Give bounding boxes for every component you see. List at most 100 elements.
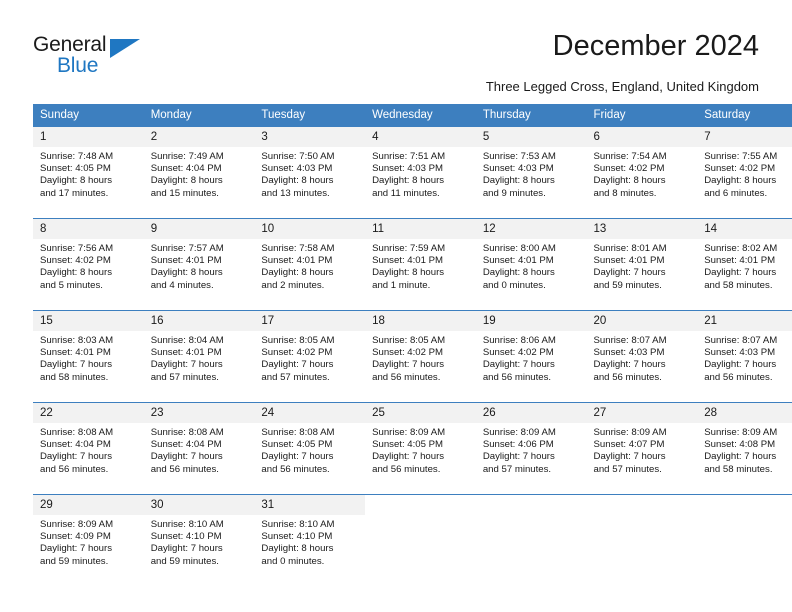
daylight-text-line2: and 56 minutes. (40, 463, 109, 475)
daylight-text-line2: and 59 minutes. (150, 555, 219, 567)
day-cell[interactable]: 17 Sunrise: 8:05 AM Sunset: 4:02 PM Dayligh… (254, 310, 366, 403)
day-details (586, 515, 698, 519)
day-details: Sunrise: 7:53 AM Sunset: 4:03 PM Daylight:… (475, 147, 587, 200)
day-number: 25 (365, 403, 476, 423)
day-cell[interactable]: 26 Sunrise: 8:09 AM Sunset: 4:06 PM Dayligh… (475, 402, 587, 495)
sunrise-text: Sunrise: 7:49 AM (150, 151, 224, 162)
daylight-text-line1: Daylight: 7 hours (704, 267, 777, 279)
daylight-text-line2: and 0 minutes. (482, 279, 546, 291)
daylight-text-line1: Daylight: 7 hours (704, 359, 777, 371)
day-number: 4 (365, 127, 476, 147)
daylight-text-line2: and 56 minutes. (372, 463, 441, 475)
weekday-header-tuesday: Tuesday (254, 104, 366, 127)
weekday-header-sunday: Sunday (33, 104, 144, 127)
day-details: Sunrise: 8:09 AM Sunset: 4:09 PM Daylight:… (33, 515, 144, 568)
day-details: Sunrise: 7:54 AM Sunset: 4:02 PM Daylight:… (586, 147, 698, 200)
page-subtitle: Three Legged Cross, England, United King… (485, 79, 759, 94)
daylight-text-line2: and 58 minutes. (40, 371, 109, 383)
day-cell[interactable]: 14 Sunrise: 8:02 AM Sunset: 4:01 PM Dayligh… (697, 218, 792, 311)
daylight-text-line2: and 9 minutes. (482, 187, 546, 199)
daylight-text-line1: Daylight: 8 hours (261, 543, 334, 555)
sunrise-text: Sunrise: 7:54 AM (593, 151, 667, 162)
logo-text-blue: Blue (57, 54, 99, 77)
weekday-header-wednesday: Wednesday (365, 104, 476, 127)
day-details: Sunrise: 8:09 AM Sunset: 4:05 PM Daylight:… (365, 423, 476, 476)
sunrise-text: Sunrise: 8:04 AM (150, 335, 224, 346)
day-cell[interactable]: 6 Sunrise: 7:54 AM Sunset: 4:02 PM Daylight… (586, 127, 698, 219)
sunrise-text: Sunrise: 8:03 AM (40, 335, 114, 346)
day-cell[interactable]: 29 Sunrise: 8:09 AM Sunset: 4:09 PM Dayligh… (33, 494, 144, 586)
day-details: Sunrise: 8:03 AM Sunset: 4:01 PM Daylight:… (33, 331, 144, 384)
daylight-text-line2: and 58 minutes. (704, 279, 773, 291)
sunrise-text: Sunrise: 8:05 AM (372, 335, 446, 346)
day-cell[interactable]: 13 Sunrise: 8:01 AM Sunset: 4:01 PM Dayligh… (586, 218, 698, 311)
daylight-text-line1: Daylight: 8 hours (372, 175, 445, 187)
day-cell[interactable]: 24 Sunrise: 8:08 AM Sunset: 4:05 PM Dayligh… (254, 402, 366, 495)
day-cell[interactable]: 7 Sunrise: 7:55 AM Sunset: 4:02 PM Daylight… (697, 127, 792, 219)
sunset-text: Sunset: 4:01 PM (40, 347, 111, 359)
day-number: 23 (143, 403, 255, 423)
daylight-text-line1: Daylight: 7 hours (261, 359, 334, 371)
day-details (475, 515, 587, 519)
day-details: Sunrise: 8:06 AM Sunset: 4:02 PM Daylight:… (475, 331, 587, 384)
daylight-text-line2: and 4 minutes. (150, 279, 214, 291)
sunset-text: Sunset: 4:05 PM (40, 163, 111, 175)
weekday-header-saturday: Saturday (697, 104, 792, 127)
daylight-text-line2: and 56 minutes. (704, 371, 773, 383)
sunset-text: Sunset: 4:01 PM (372, 255, 444, 267)
day-cell[interactable]: 2 Sunrise: 7:49 AM Sunset: 4:04 PM Daylight… (143, 127, 255, 219)
daylight-text-line1: Daylight: 8 hours (150, 175, 223, 187)
sunrise-text: Sunrise: 8:06 AM (482, 335, 556, 346)
day-cell-empty (697, 494, 792, 586)
day-number: 31 (254, 495, 366, 515)
day-cell[interactable]: 10 Sunrise: 7:58 AM Sunset: 4:01 PM Dayligh… (254, 218, 366, 311)
day-cell[interactable]: 20 Sunrise: 8:07 AM Sunset: 4:03 PM Dayligh… (586, 310, 698, 403)
day-cell[interactable]: 9 Sunrise: 7:57 AM Sunset: 4:01 PM Daylight… (143, 218, 255, 311)
day-cell[interactable]: 27 Sunrise: 8:09 AM Sunset: 4:07 PM Dayligh… (586, 402, 698, 495)
day-cell[interactable]: 30 Sunrise: 8:10 AM Sunset: 4:10 PM Dayligh… (143, 494, 255, 586)
sunset-text: Sunset: 4:08 PM (704, 439, 776, 451)
day-cell[interactable]: 15 Sunrise: 8:03 AM Sunset: 4:01 PM Dayligh… (33, 310, 144, 403)
day-details: Sunrise: 8:05 AM Sunset: 4:02 PM Daylight:… (254, 331, 366, 384)
day-details: Sunrise: 8:02 AM Sunset: 4:01 PM Daylight:… (697, 239, 792, 292)
day-number: 28 (697, 403, 792, 423)
day-cell[interactable]: 8 Sunrise: 7:56 AM Sunset: 4:02 PM Daylight… (33, 218, 144, 311)
day-cell[interactable]: 31 Sunrise: 8:10 AM Sunset: 4:10 PM Dayligh… (254, 494, 366, 586)
day-number: 22 (33, 403, 144, 423)
sunrise-text: Sunrise: 8:09 AM (482, 427, 556, 438)
daylight-text-line2: and 8 minutes. (593, 187, 657, 199)
day-number: 14 (697, 219, 792, 239)
daylight-text-line1: Daylight: 7 hours (40, 359, 112, 371)
day-details: Sunrise: 8:07 AM Sunset: 4:03 PM Daylight:… (586, 331, 698, 384)
day-cell[interactable]: 25 Sunrise: 8:09 AM Sunset: 4:05 PM Dayligh… (365, 402, 476, 495)
day-details: Sunrise: 7:50 AM Sunset: 4:03 PM Daylight:… (254, 147, 366, 200)
page-header: General Blue December 2024 Three Legged … (0, 0, 792, 100)
day-number: 20 (586, 311, 698, 331)
day-cell[interactable]: 1 Sunrise: 7:48 AM Sunset: 4:05 PM Daylight… (33, 127, 144, 219)
calendar-table: Sunday Monday Tuesday Wednesday Thursday… (33, 104, 792, 586)
calendar-week-row: 8 Sunrise: 7:56 AM Sunset: 4:02 PM Daylight… (33, 218, 792, 311)
weekday-header-friday: Friday (586, 104, 698, 127)
day-cell[interactable]: 23 Sunrise: 8:08 AM Sunset: 4:04 PM Dayligh… (143, 402, 255, 495)
day-cell[interactable]: 5 Sunrise: 7:53 AM Sunset: 4:03 PM Daylight… (475, 127, 587, 219)
daylight-text-line2: and 57 minutes. (150, 371, 219, 383)
day-cell[interactable]: 16 Sunrise: 8:04 AM Sunset: 4:01 PM Dayligh… (143, 310, 255, 403)
daylight-text-line1: Daylight: 7 hours (704, 451, 777, 463)
sunset-text: Sunset: 4:01 PM (482, 255, 554, 267)
day-details: Sunrise: 7:48 AM Sunset: 4:05 PM Daylight:… (33, 147, 144, 200)
day-cell[interactable]: 28 Sunrise: 8:09 AM Sunset: 4:08 PM Dayligh… (697, 402, 792, 495)
day-cell[interactable]: 19 Sunrise: 8:06 AM Sunset: 4:02 PM Dayligh… (475, 310, 587, 403)
day-cell[interactable]: 22 Sunrise: 8:08 AM Sunset: 4:04 PM Dayligh… (33, 402, 144, 495)
day-cell-empty (365, 494, 476, 586)
day-cell[interactable]: 18 Sunrise: 8:05 AM Sunset: 4:02 PM Dayligh… (365, 310, 476, 403)
daylight-text-line1: Daylight: 7 hours (372, 359, 445, 371)
day-cell[interactable]: 11 Sunrise: 7:59 AM Sunset: 4:01 PM Dayligh… (365, 218, 476, 311)
generalblue-logo[interactable]: General Blue (33, 33, 183, 81)
sunset-text: Sunset: 4:03 PM (482, 163, 554, 175)
day-details: Sunrise: 7:55 AM Sunset: 4:02 PM Daylight:… (697, 147, 792, 200)
daylight-text-line2: and 56 minutes. (482, 371, 552, 383)
day-cell[interactable]: 3 Sunrise: 7:50 AM Sunset: 4:03 PM Daylight… (254, 127, 366, 219)
day-cell[interactable]: 4 Sunrise: 7:51 AM Sunset: 4:03 PM Daylight… (365, 127, 476, 219)
day-cell[interactable]: 21 Sunrise: 8:07 AM Sunset: 4:03 PM Dayligh… (697, 310, 792, 403)
day-cell[interactable]: 12 Sunrise: 8:00 AM Sunset: 4:01 PM Dayligh… (475, 218, 587, 311)
